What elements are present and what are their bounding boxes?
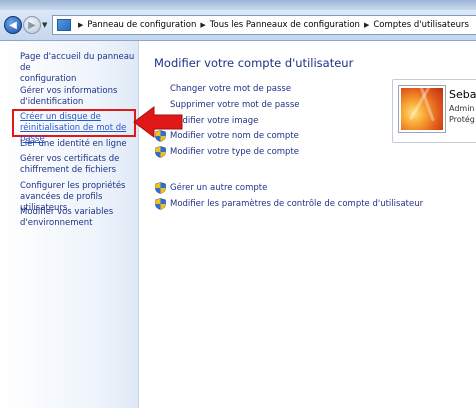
control-panel-icon [57,19,71,31]
link-line: chiffrement de fichiers [20,165,117,175]
remove-password-link[interactable]: Supprimer votre mot de passe [170,100,299,110]
uac-settings-link[interactable]: Modifier les paramètres de contrôle de c… [155,198,423,210]
control-panel-home-link[interactable]: Page d'accueil du panneau de configurati… [20,52,136,85]
task-label: Modifier les paramètres de contrôle de c… [170,199,424,209]
forward-arrow-icon[interactable]: ▶ [23,16,41,34]
breadcrumb-item[interactable]: Panneau de configuration [87,20,196,30]
manage-credentials-link[interactable]: Gérer vos informations d'identification [20,86,136,108]
link-line: d'identification [20,97,84,107]
breadcrumb-item[interactable]: Comptes d'utilisateurs [373,20,469,30]
manage-another-account-link[interactable]: Gérer un autre compte [155,182,267,194]
page-title: Modifier votre compte d'utilisateur [154,56,354,70]
user-role: Admin [449,104,475,113]
navigation-bar: ◀ ▶ ▼ ▶ Panneau de configuration ▶ Tous … [0,10,476,41]
link-online-id-link[interactable]: Lier une identité en ligne [20,139,136,150]
breadcrumb-separator-icon[interactable]: ▶ [78,21,83,29]
breadcrumb-item[interactable]: Tous les Panneaux de configuration [210,20,360,30]
link-line: Gérer vos certificats de [20,154,120,164]
link-line: Gérer vos informations [20,86,118,96]
link-line: configuration [20,74,77,84]
task-label: Gérer un autre compte [170,183,268,193]
user-name: Seba [449,88,476,101]
link-line: Lier une identité en ligne [20,139,127,149]
left-navigation-pane: Page d'accueil du panneau de configurati… [0,41,139,408]
change-account-type-link[interactable]: Modifier votre type de compte [155,146,299,158]
link-line: Modifier vos variables [20,207,114,217]
change-password-link[interactable]: Changer votre mot de passe [170,84,291,94]
link-line: Configurer les propriétés [20,181,126,191]
address-bar[interactable]: ▶ Panneau de configuration ▶ Tous les Pa… [52,15,476,35]
uac-shield-icon [155,146,166,158]
manage-encryption-certificates-link[interactable]: Gérer vos certificats de chiffrement de … [20,154,136,176]
breadcrumb-separator-icon[interactable]: ▶ [200,21,205,29]
environment-variables-link[interactable]: Modifier vos variables d'environnement [20,207,136,229]
window-title-strip [0,0,476,10]
task-label: Modifier votre type de compte [170,147,300,157]
user-status: Protég [449,115,475,124]
recent-pages-dropdown-icon[interactable]: ▼ [42,21,47,29]
red-arrow-annotation [133,106,183,138]
task-label: Modifier votre nom de compte [170,131,299,141]
user-account-tile: Seba Admin Protég [392,79,476,143]
back-arrow-icon[interactable]: ◀ [4,16,22,34]
link-line: Créer un disque de [20,112,101,122]
breadcrumb-separator-icon[interactable]: ▶ [364,21,369,29]
user-picture[interactable] [399,86,445,132]
uac-shield-icon [155,182,166,194]
uac-shield-icon [155,198,166,210]
link-line: d'environnement [20,218,93,228]
link-line: Page d'accueil du panneau de [20,52,135,73]
